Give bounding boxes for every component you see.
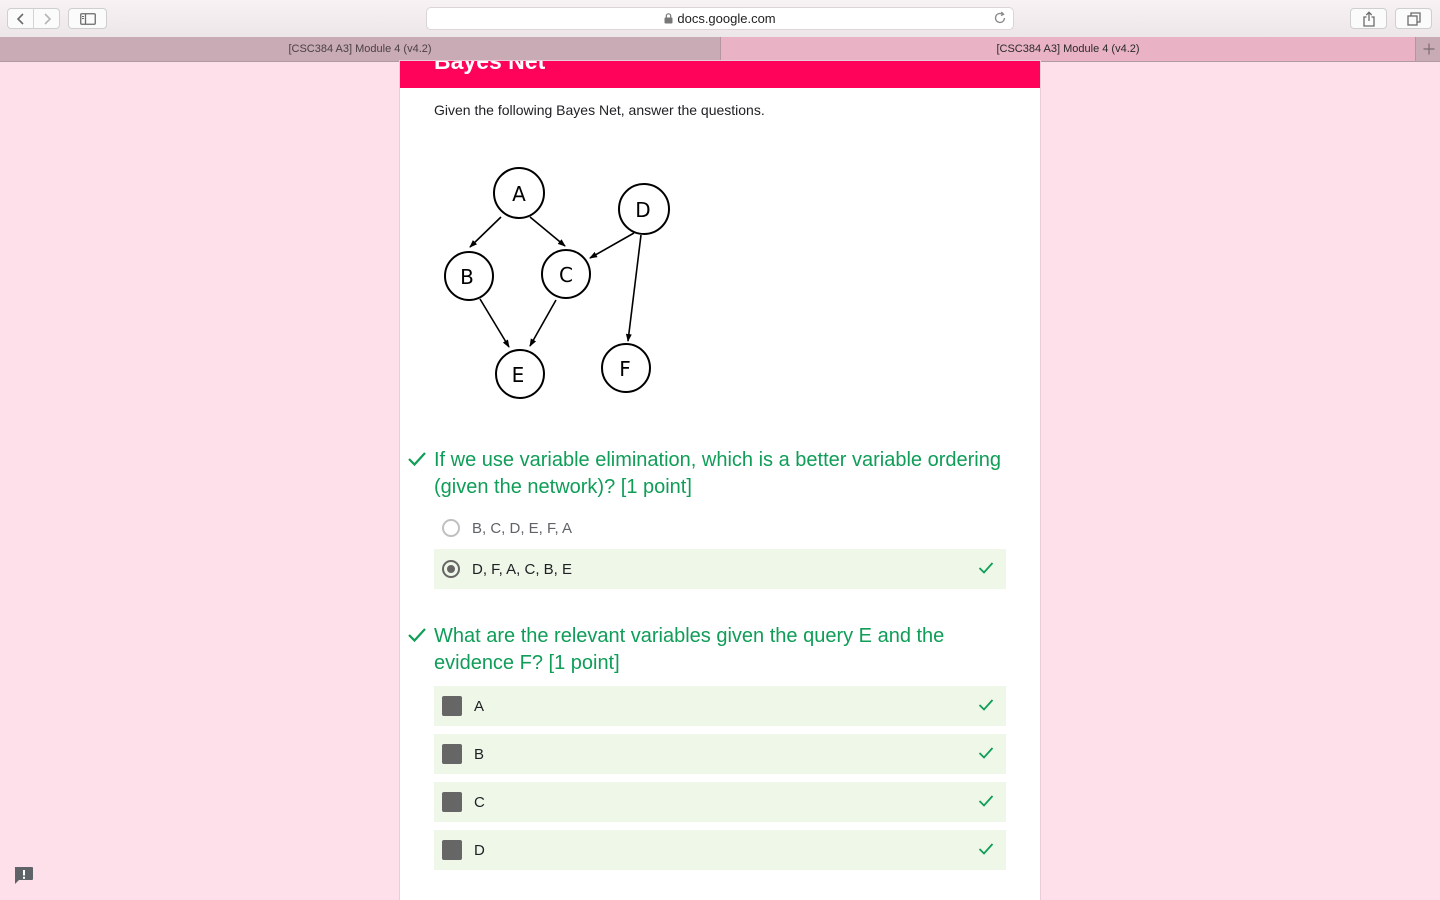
section-header: Bayes Net	[400, 61, 1040, 88]
nav-buttons	[7, 8, 60, 29]
node-a: A	[493, 167, 545, 219]
share-button[interactable]	[1350, 8, 1387, 29]
checkbox-option[interactable]: D	[434, 830, 1006, 870]
new-tab-button[interactable]	[1415, 37, 1440, 61]
chevron-right-icon	[43, 12, 51, 25]
svg-text:E: E	[512, 363, 525, 387]
checkbox-checked[interactable]	[442, 744, 462, 764]
sidebar-icon	[79, 12, 96, 25]
svg-text:A: A	[512, 182, 526, 206]
tab-bar: [CSC384 A3] Module 4 (v4.2) [CSC384 A3] …	[0, 37, 1440, 62]
correct-answer-check-icon	[978, 561, 994, 575]
checkbox-option[interactable]: C	[434, 782, 1006, 822]
radio-button[interactable]	[442, 519, 460, 537]
tab-active[interactable]: [CSC384 A3] Module 4 (v4.2)	[720, 37, 1415, 61]
correct-check-icon	[407, 627, 427, 643]
svg-text:B: B	[460, 265, 474, 289]
checkbox-checked[interactable]	[442, 696, 462, 716]
checkbox-option[interactable]: B	[434, 734, 1006, 774]
node-e: E	[495, 349, 545, 399]
correct-answer-check-icon	[978, 794, 994, 808]
option-label: D	[474, 841, 485, 859]
browser-toolbar: docs.google.com	[0, 0, 1440, 38]
option-label: A	[474, 697, 485, 715]
correct-answer-check-icon	[978, 698, 994, 712]
lock-icon	[664, 13, 673, 24]
show-tabs-button[interactable]	[1395, 8, 1432, 29]
tab-inactive[interactable]: [CSC384 A3] Module 4 (v4.2)	[0, 37, 720, 61]
tab-label: [CSC384 A3] Module 4 (v4.2)	[996, 43, 1140, 55]
radio-button-selected[interactable]	[442, 560, 460, 578]
correct-answer-check-icon	[978, 842, 994, 856]
node-f: F	[601, 343, 651, 393]
sidebar-toggle-button[interactable]	[68, 8, 107, 29]
node-d: D	[618, 183, 670, 235]
option-label: D, F, A, C, B, E	[472, 560, 573, 578]
address-bar[interactable]: docs.google.com	[426, 7, 1014, 30]
form-card: Bayes Net Given the following Bayes Net,…	[400, 61, 1040, 900]
checkbox-checked[interactable]	[442, 840, 462, 860]
checkbox-option[interactable]: A	[434, 686, 1006, 726]
correct-check-icon	[407, 451, 427, 467]
option-label: C	[474, 793, 485, 811]
forward-button[interactable]	[33, 9, 59, 28]
plus-icon	[1423, 43, 1434, 55]
option-label: B, C, D, E, F, A	[472, 519, 573, 537]
node-c: C	[541, 249, 591, 299]
back-button[interactable]	[8, 9, 33, 28]
option-label: B	[474, 745, 485, 763]
url-text: docs.google.com	[677, 11, 776, 26]
svg-text:D: D	[635, 198, 650, 222]
share-icon	[1362, 10, 1375, 27]
radio-option-selected[interactable]: D, F, A, C, B, E	[434, 549, 1006, 589]
svg-text:C: C	[559, 263, 573, 287]
section-description: Given the following Bayes Net, answer th…	[434, 102, 765, 118]
chevron-left-icon	[16, 12, 24, 25]
bayes-net-diagram: A D B C E F	[434, 147, 680, 409]
question-title: If we use variable elimination, which is…	[434, 449, 1001, 498]
feedback-icon[interactable]	[13, 866, 34, 885]
question-title: What are the relevant variables given th…	[434, 625, 945, 674]
reload-icon[interactable]	[993, 11, 1007, 25]
radio-option[interactable]: B, C, D, E, F, A	[434, 508, 1006, 548]
tab-label: [CSC384 A3] Module 4 (v4.2)	[288, 43, 432, 55]
section-title: Bayes Net	[434, 61, 546, 74]
node-b: B	[444, 251, 494, 301]
checkbox-checked[interactable]	[442, 792, 462, 812]
svg-text:F: F	[619, 357, 631, 381]
correct-answer-check-icon	[978, 746, 994, 760]
tabs-overview-icon	[1406, 11, 1421, 26]
